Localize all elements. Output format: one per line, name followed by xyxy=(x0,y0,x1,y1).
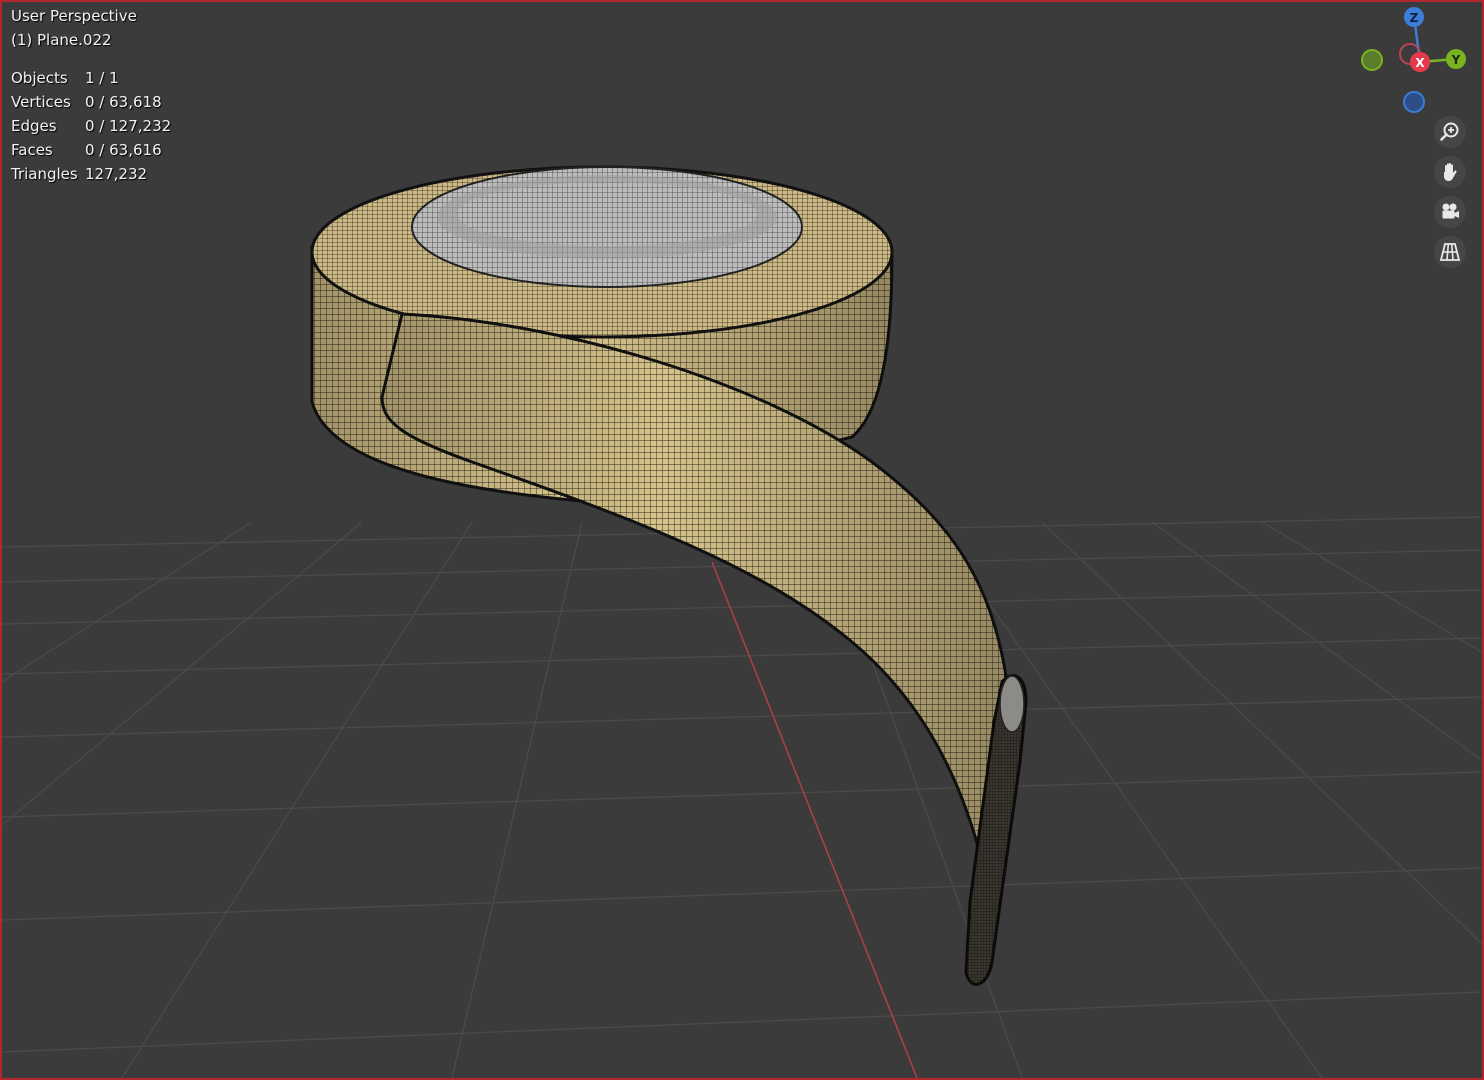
3d-viewport[interactable]: User Perspective (1) Plane.022 Objects 1… xyxy=(0,0,1484,1080)
stat-row-faces: Faces 0 / 63,616 xyxy=(11,138,171,162)
hand-pan-icon xyxy=(1444,162,1457,181)
stat-value: 0 / 63,618 xyxy=(85,93,162,111)
gizmo-x-label: X xyxy=(1415,56,1425,70)
viewport-info-overlay: User Perspective (1) Plane.022 Objects 1… xyxy=(11,4,171,186)
stat-label: Triangles xyxy=(11,165,78,183)
stat-label: Faces xyxy=(11,141,53,159)
active-object-name: (1) Plane.022 xyxy=(11,31,112,49)
viewport-navigation-tools xyxy=(1434,116,1468,276)
stat-row-edges: Edges 0 / 127,232 xyxy=(11,114,171,138)
gizmo-y-label: Y xyxy=(1451,53,1461,67)
gizmo-z-label: Z xyxy=(1410,11,1419,25)
stat-value: 1 / 1 xyxy=(85,69,119,87)
tape-band-mesh[interactable] xyxy=(380,312,1009,863)
stat-value: 127,232 xyxy=(85,165,148,183)
stat-row-objects: Objects 1 / 1 xyxy=(11,66,171,90)
stat-value: 0 / 127,232 xyxy=(85,117,172,135)
stat-label: Objects xyxy=(11,69,68,87)
zoom-icon xyxy=(1440,122,1459,141)
stat-label: Vertices xyxy=(11,93,71,111)
gizmo-neg-y-icon[interactable] xyxy=(1361,49,1383,71)
camera-view-button[interactable] xyxy=(1434,196,1466,228)
stat-row-triangles: Triangles 127,232 xyxy=(11,162,171,186)
perspective-grid-icon xyxy=(1439,243,1461,261)
zoom-button[interactable] xyxy=(1434,116,1466,148)
gizmo-neg-z-icon[interactable] xyxy=(1403,91,1425,113)
stat-value: 0 / 63,616 xyxy=(85,141,162,159)
stat-row-vertices: Vertices 0 / 63,618 xyxy=(11,90,171,114)
floor-grid xyxy=(2,516,1482,1078)
navigation-gizmo[interactable]: Z Y X xyxy=(1350,4,1480,116)
camera-icon xyxy=(1442,203,1459,219)
perspective-toggle-button[interactable] xyxy=(1434,236,1466,268)
pan-button[interactable] xyxy=(1434,156,1466,188)
view-name: User Perspective xyxy=(11,7,137,25)
scene-statistics: Objects 1 / 1 Vertices 0 / 63,618 Edges … xyxy=(11,66,171,186)
stat-label: Edges xyxy=(11,117,57,135)
viewport-scene[interactable] xyxy=(2,2,1482,1078)
